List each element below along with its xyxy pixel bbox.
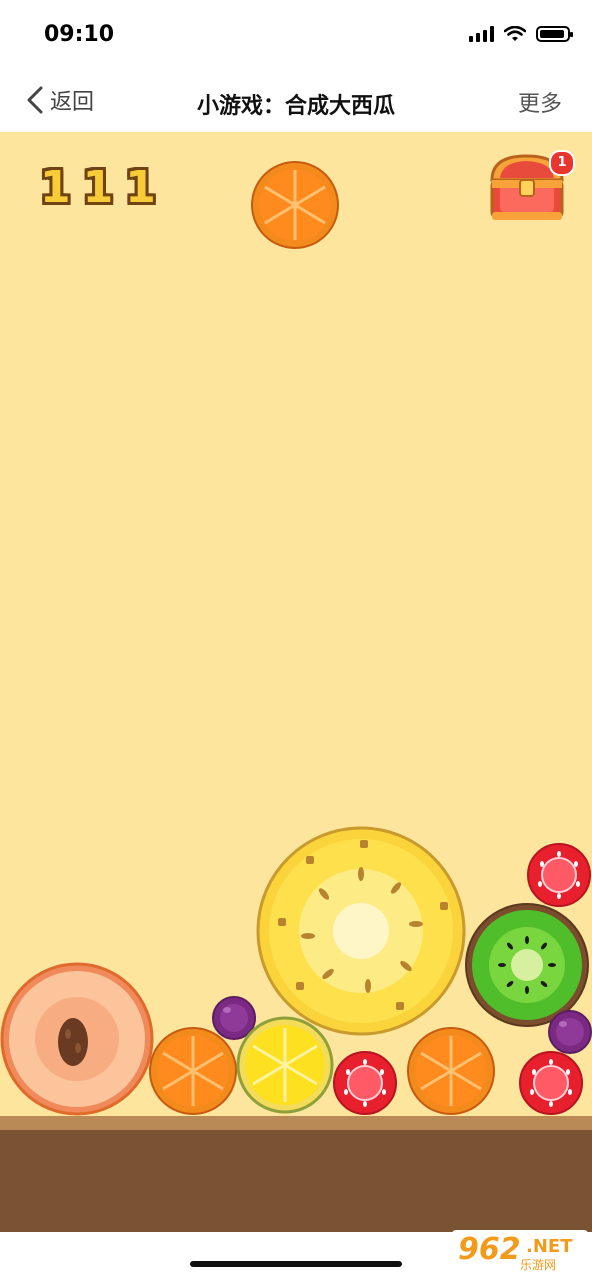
notification-badge: 1 bbox=[549, 150, 575, 176]
score-display: 111 bbox=[40, 162, 168, 213]
nav-bar: 返回 小游戏：合成大西瓜 更多 bbox=[0, 70, 592, 132]
ground-edge bbox=[0, 1116, 592, 1130]
fruit-grape bbox=[548, 1010, 592, 1054]
home-indicator[interactable] bbox=[190, 1261, 402, 1267]
battery-icon bbox=[536, 26, 573, 42]
watermark-number: 962 bbox=[458, 1232, 521, 1267]
fruit-orange bbox=[407, 1027, 495, 1115]
ground bbox=[0, 1130, 592, 1232]
fruit-strawberry bbox=[519, 1051, 583, 1115]
watermark-suffix: .NET bbox=[526, 1236, 573, 1257]
status-time: 09:10 bbox=[44, 22, 115, 47]
wifi-icon bbox=[504, 26, 526, 41]
status-bar: 09:10 bbox=[0, 0, 592, 70]
signal-icon bbox=[469, 26, 494, 42]
next-fruit-orange[interactable] bbox=[250, 160, 340, 250]
status-icons bbox=[469, 26, 573, 42]
fruit-peach bbox=[0, 962, 154, 1116]
fruit-strawberry bbox=[527, 843, 591, 907]
watermark-site: 乐游网 bbox=[520, 1258, 557, 1272]
fruit-strawberry bbox=[333, 1051, 397, 1115]
fruit-pineapple bbox=[256, 826, 466, 1036]
more-button[interactable]: 更多 bbox=[518, 86, 562, 118]
page-title: 小游戏：合成大西瓜 bbox=[196, 94, 395, 119]
